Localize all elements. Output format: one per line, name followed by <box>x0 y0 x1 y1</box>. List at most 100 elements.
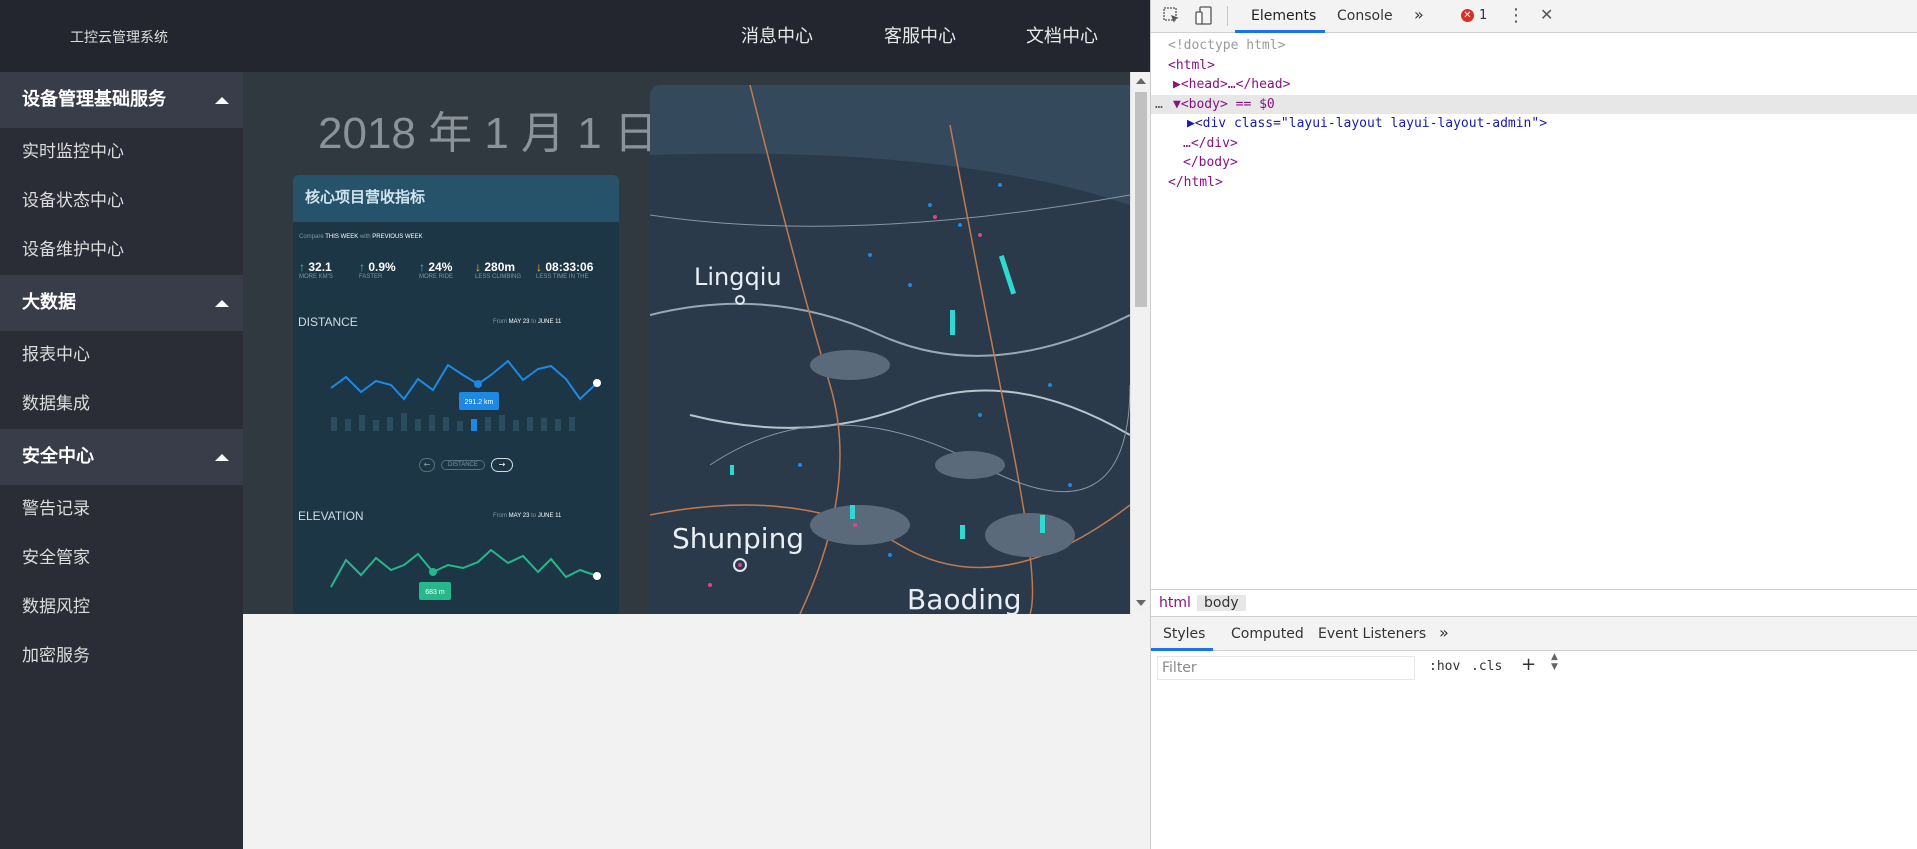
tab-console[interactable]: Console <box>1337 8 1393 24</box>
error-count[interactable]: 1 <box>1479 8 1487 23</box>
elevation-line <box>330 548 598 588</box>
subtab-styles[interactable]: Styles <box>1163 626 1205 642</box>
app-title: 工控云管理系统 <box>70 30 168 46</box>
more-subtabs-icon[interactable]: » <box>1439 623 1449 642</box>
banner-date: 2018 年 1 月 1 日 <box>318 109 658 158</box>
resize-handle-icon[interactable]: ▲ ▼ <box>1551 652 1558 672</box>
sidebar-item-device-status[interactable]: 设备状态中心 <box>0 177 243 226</box>
more-tabs-icon[interactable]: » <box>1414 5 1424 24</box>
breadcrumb-body[interactable]: body <box>1197 595 1246 611</box>
nav-service-center[interactable]: 客服中心 <box>884 22 956 48</box>
dom-line-div[interactable]: ▶<div class="layui-layout layui-layout-a… <box>1151 114 1917 134</box>
distance-title: DISTANCE <box>298 315 358 329</box>
map-label-shunping: Shunping <box>672 522 805 555</box>
device-toolbar-icon[interactable] <box>1195 6 1213 26</box>
prev-arrow-icon[interactable]: ← <box>419 458 435 472</box>
subtab-computed[interactable]: Computed <box>1231 626 1304 642</box>
elevation-marker <box>429 568 437 576</box>
elevation-range: From MAY 23 to JUNE 11 <box>493 513 562 519</box>
sidebar-item-data-integration[interactable]: 数据集成 <box>0 380 243 429</box>
close-icon[interactable]: ✕ <box>1540 5 1553 24</box>
styles-subtabs: Styles Computed Event Listeners » <box>1151 617 1917 651</box>
distance-marker <box>474 380 482 388</box>
kebab-menu-icon[interactable]: ⋮ <box>1507 5 1525 26</box>
sidebar-item-data-risk-control[interactable]: 数据风控 <box>0 583 243 632</box>
nav-message-center[interactable]: 消息中心 <box>741 22 813 48</box>
elevation-title: ELEVATION <box>298 509 364 523</box>
content-scrollbar[interactable] <box>1130 72 1150 614</box>
dom-line-div-close[interactable]: …</div> <box>1151 134 1917 154</box>
metric-1: ↑ 0.9% FASTER <box>359 260 396 280</box>
breadcrumb: html body <box>1151 589 1917 617</box>
metric-2: ↑ 24% MORE RIDE <box>419 260 454 280</box>
dom-line-doctype[interactable]: <!doctype html> <box>1151 36 1917 56</box>
pager-label[interactable]: DISTANCE <box>441 460 485 470</box>
caret-up-icon <box>215 97 229 104</box>
nav-doc-center[interactable]: 文档中心 <box>1026 22 1098 48</box>
map-label-baoding: Baoding <box>907 583 1022 614</box>
metric-0: ↑ 32.1 MORE KM'S <box>299 260 333 280</box>
caret-up-icon <box>215 300 229 307</box>
scroll-up-arrow-icon[interactable] <box>1136 78 1146 84</box>
sidebar-group-label: 大数据 <box>22 292 76 313</box>
scroll-thumb[interactable] <box>1135 92 1147 307</box>
metric-3: ↓ 280m LESS CLIMBING <box>475 260 522 280</box>
styles-filter-input[interactable]: Filter <box>1157 656 1415 680</box>
distance-end-dot <box>593 379 601 387</box>
sidebar-item-security-butler[interactable]: 安全管家 <box>0 534 243 583</box>
app-window: 工控云管理系统 消息中心 客服中心 文档中心 设备管理基础服务 实时监控中心 设… <box>0 0 1150 849</box>
breadcrumb-html[interactable]: html <box>1159 595 1191 611</box>
compare-row: Compare THIS WEEK with PREVIOUS WEEK <box>299 234 423 240</box>
sidebar-group-label: 安全中心 <box>22 446 94 467</box>
devtools-toolbar: Elements Console » ✕ 1 ⋮ ✕ <box>1151 0 1917 33</box>
sidebar-item-encryption-service[interactable]: 加密服务 <box>0 632 243 681</box>
compare-label: Compare <box>299 234 324 240</box>
map-image: Lingqiu Shunping Baoding <box>650 85 1130 614</box>
dashboard-card: 核心项目营收指标 Compare THIS WEEK with PREVIOUS… <box>293 175 619 614</box>
dom-line-html-close[interactable]: </html> <box>1151 173 1917 193</box>
sidebar-item-realtime-monitor[interactable]: 实时监控中心 <box>0 128 243 177</box>
sidebar-group-big-data[interactable]: 大数据 <box>0 275 243 331</box>
top-header: 工控云管理系统 消息中心 客服中心 文档中心 <box>0 0 1150 72</box>
compare-prev: PREVIOUS WEEK <box>372 234 423 240</box>
hov-toggle[interactable]: :hov <box>1429 659 1460 674</box>
sidebar: 设备管理基础服务 实时监控中心 设备状态中心 设备维护中心 大数据 报表中心 数… <box>0 72 243 849</box>
devtools-panel: Elements Console » ✕ 1 ⋮ ✕ <!doctype htm… <box>1150 0 1917 849</box>
add-rule-icon[interactable]: + <box>1521 654 1536 675</box>
card-title: 核心项目营收指标 <box>293 175 619 222</box>
elevation-chart: 683 m <box>330 548 601 600</box>
dom-line-body[interactable]: … ▼<body> == $0 <box>1151 94 1917 114</box>
dom-tree: <!doctype html> <html> ▶<head>…</head> …… <box>1151 36 1917 192</box>
tab-elements[interactable]: Elements <box>1251 8 1316 24</box>
compare-this: THIS WEEK <box>325 234 359 240</box>
distance-pager: ← DISTANCE → <box>419 458 513 474</box>
sidebar-group-device-management[interactable]: 设备管理基础服务 <box>0 72 243 128</box>
sidebar-group-security[interactable]: 安全中心 <box>0 429 243 485</box>
map-label-lingqiu: Lingqiu <box>694 263 782 291</box>
content-blank-area <box>243 614 1150 849</box>
caret-up-icon <box>215 454 229 461</box>
subtab-event-listeners[interactable]: Event Listeners <box>1318 626 1426 642</box>
next-arrow-icon[interactable]: → <box>491 458 513 472</box>
inspect-element-icon[interactable] <box>1163 7 1181 25</box>
elevation-tooltip: 683 m <box>425 589 445 596</box>
cls-toggle[interactable]: .cls <box>1471 659 1502 674</box>
dom-line-head[interactable]: ▶<head>…</head> <box>1151 75 1917 95</box>
banner-image: 2018 年 1 月 1 日 核心项目营收指标 Compare THIS WEE… <box>243 72 1130 614</box>
active-tab-indicator <box>1235 30 1325 33</box>
dom-line-body-close[interactable]: </body> <box>1151 153 1917 173</box>
toolbar-divider <box>1227 6 1228 26</box>
sidebar-group-label: 设备管理基础服务 <box>22 89 166 110</box>
dom-line-html[interactable]: <html> <box>1151 56 1917 76</box>
compare-vs: with <box>359 234 371 240</box>
error-icon[interactable]: ✕ <box>1461 9 1474 22</box>
scroll-down-arrow-icon[interactable] <box>1136 600 1146 606</box>
sidebar-item-reports[interactable]: 报表中心 <box>0 331 243 380</box>
distance-range: From MAY 23 to JUNE 11 <box>493 319 562 325</box>
sidebar-item-alert-records[interactable]: 警告记录 <box>0 485 243 534</box>
distance-tooltip: 291.2 km <box>465 399 494 406</box>
metric-4: ↓ 08:33:06 LESS TIME IN THE <box>536 260 594 280</box>
sidebar-item-device-maintenance[interactable]: 设备维护中心 <box>0 226 243 275</box>
elevation-end-dot <box>593 572 601 580</box>
distance-bars <box>331 413 575 431</box>
